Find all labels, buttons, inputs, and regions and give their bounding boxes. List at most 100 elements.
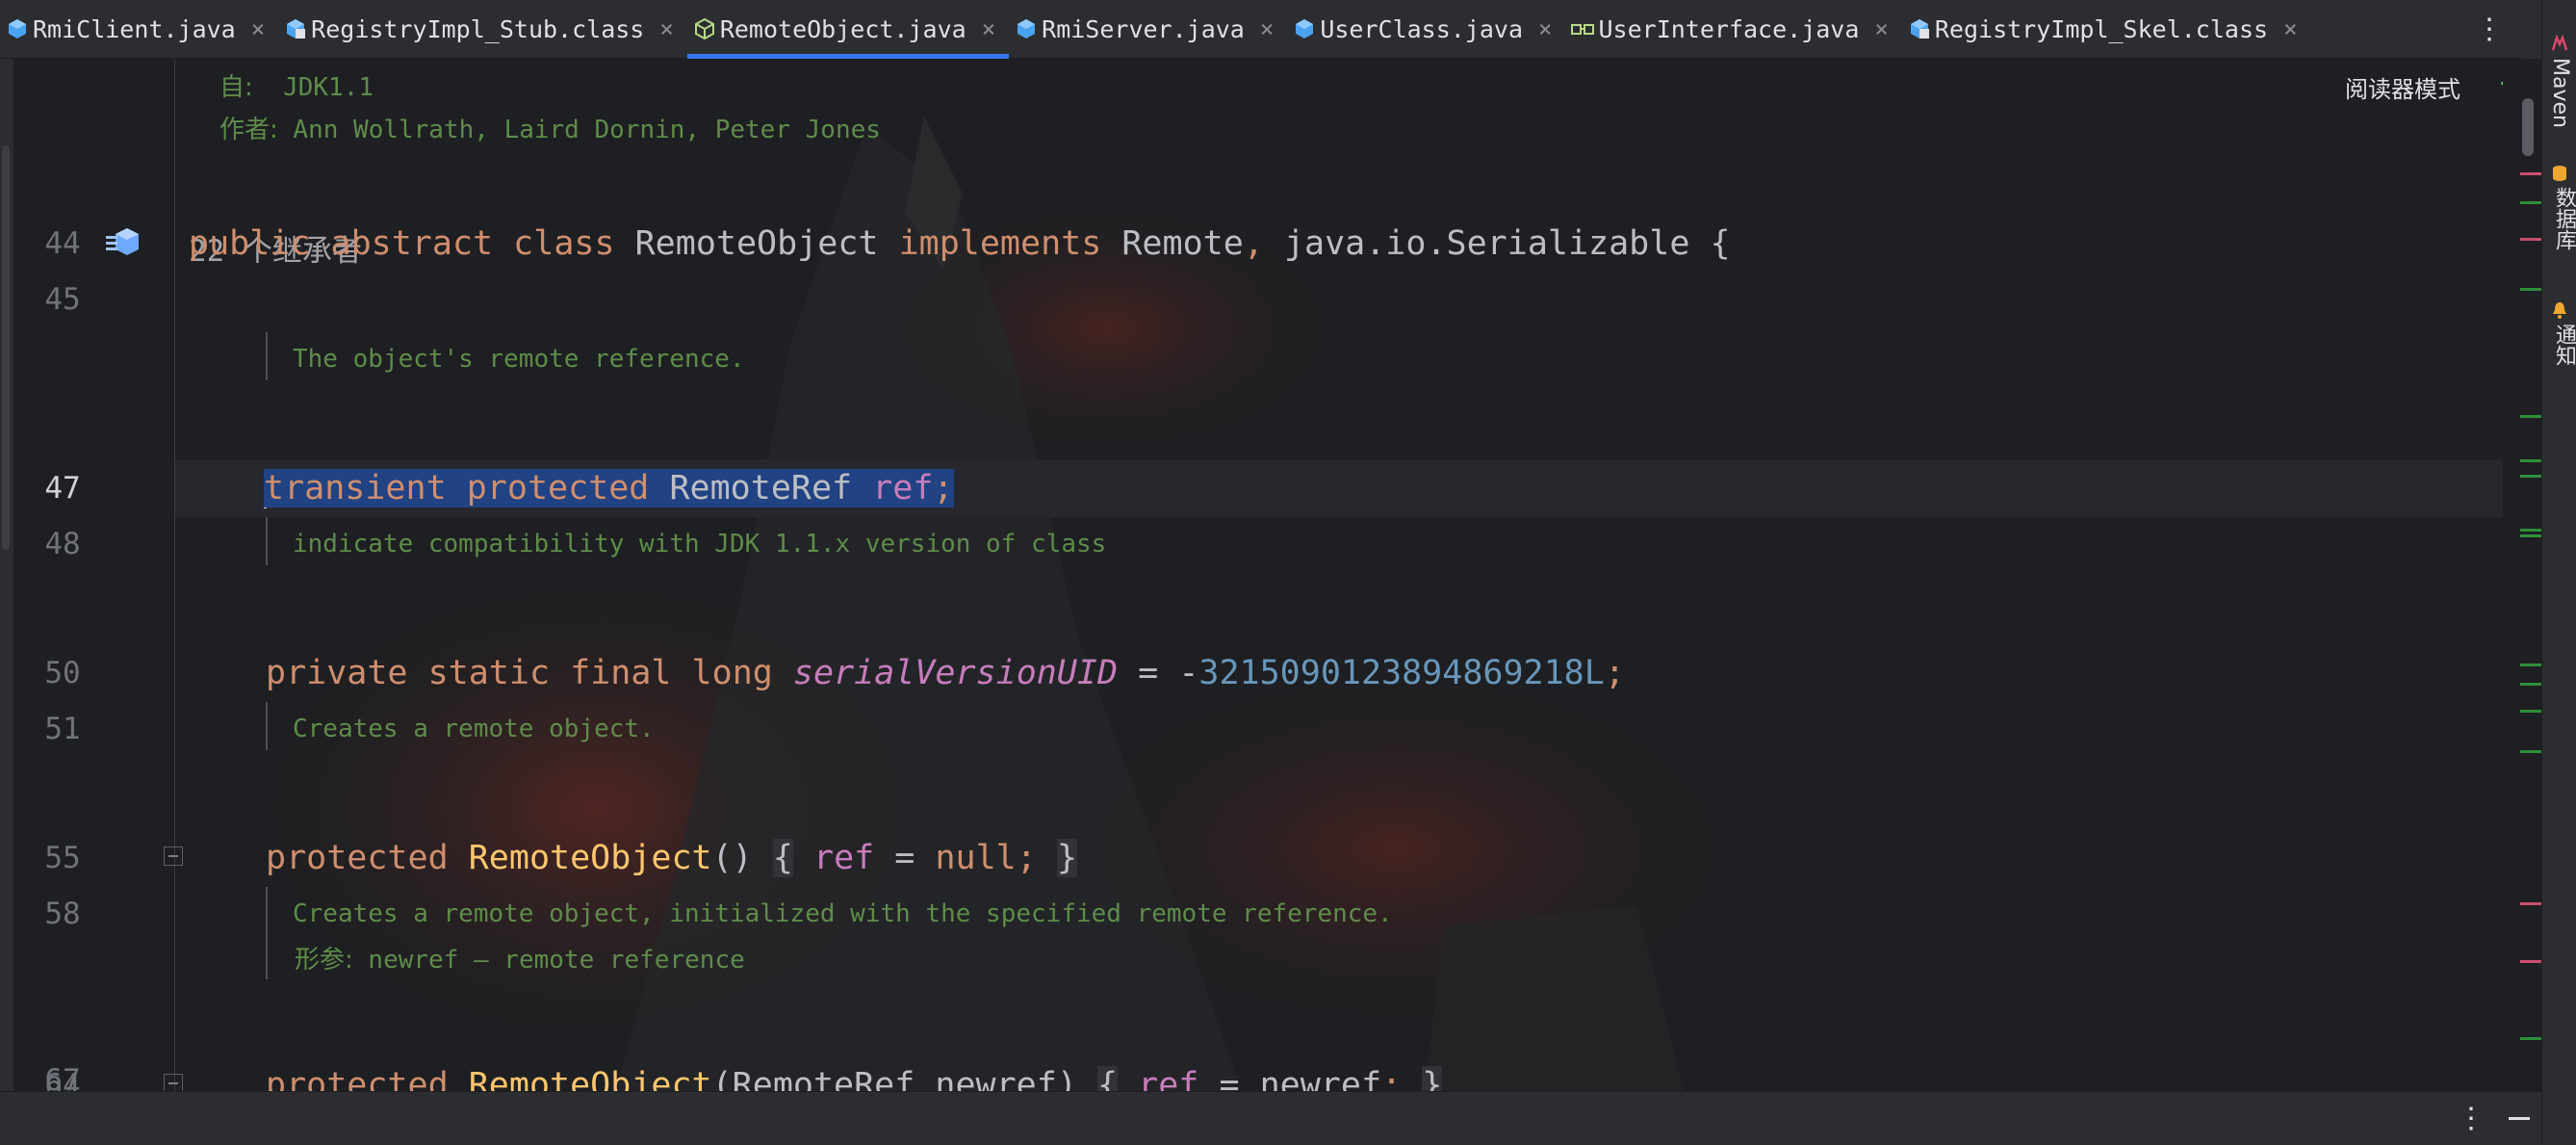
close-icon[interactable]: × [2283, 15, 2297, 42]
fold-toggle-icon[interactable] [164, 846, 183, 866]
comma: , [1243, 224, 1264, 263]
notifications-tool-button[interactable]: 通知 [2548, 324, 2576, 366]
error-marker[interactable] [2520, 172, 2541, 175]
folded-open-brace[interactable]: { [772, 839, 793, 877]
constructor-name: RemoteObject [468, 1066, 712, 1091]
interface-icon [1571, 24, 1595, 35]
change-marker[interactable] [2520, 750, 2541, 753]
parens: () [711, 839, 753, 877]
tab-label: RegistryImpl_Skel.class [1934, 14, 2269, 43]
argument-newref: newref [1259, 1066, 1382, 1091]
change-marker[interactable] [2520, 1037, 2541, 1040]
doc-bar [266, 887, 268, 979]
tab-userinterface[interactable]: UserInterface.java × [1565, 0, 1901, 58]
line-number: 48 [44, 527, 81, 561]
kw-public: public [189, 224, 311, 263]
semicolon: ; [933, 469, 954, 507]
notifications-bell-icon[interactable] [2550, 300, 2569, 320]
folded-close-brace[interactable]: } [1056, 839, 1077, 877]
maven-icon[interactable] [2550, 35, 2569, 54]
kw-final: final [570, 654, 672, 692]
compiled-class-icon [287, 19, 306, 39]
doc-comment-ctor2: Creates a remote object, initialized wit… [293, 899, 1393, 928]
java-class-icon [9, 19, 26, 39]
tab-remoteobject[interactable]: RemoteObject.java × [686, 0, 1010, 59]
tab-userclass[interactable]: UserClass.java × [1287, 0, 1565, 58]
change-marker[interactable] [2520, 288, 2541, 291]
close-icon[interactable]: × [1874, 15, 1888, 42]
folded-close-brace[interactable]: } [1422, 1066, 1443, 1091]
line-number: 44 [44, 226, 81, 261]
tab-options-menu-icon[interactable]: ⋮ [2470, 0, 2509, 58]
error-marker[interactable] [2520, 238, 2541, 241]
equals: = [1219, 1066, 1240, 1091]
semicolon: ; [1381, 1066, 1403, 1091]
line-number: 51 [44, 712, 81, 746]
error-stripe[interactable] [2503, 59, 2541, 1091]
close-icon[interactable]: × [659, 15, 673, 42]
abstract-class-icon [694, 17, 714, 40]
change-marker[interactable] [2520, 475, 2541, 478]
horizontal-scroll-thumb[interactable] [2, 145, 10, 550]
change-marker[interactable] [2520, 415, 2541, 418]
java-class-icon [1296, 19, 1314, 39]
gutter-separator [174, 59, 175, 1091]
error-marker[interactable] [2520, 960, 2541, 963]
line-number: 67 [44, 1063, 81, 1091]
doc-comment-compat: indicate compatibility with JDK 1.1.x ve… [293, 530, 1107, 559]
field-uid-declaration: private static final long serialVersionU… [266, 652, 1625, 694]
kw-implements: implements [898, 224, 1102, 263]
close-icon[interactable]: × [251, 15, 265, 42]
status-more-icon[interactable]: ⋮ [2457, 1102, 2486, 1135]
close-icon[interactable]: × [1538, 15, 1552, 42]
reader-mode-button[interactable]: 阅读器模式 [2345, 70, 2460, 104]
editor-background-image [231, 117, 1762, 1091]
tab-rmiclient[interactable]: RmiClient.java × [0, 0, 278, 58]
tab-label: UserClass.java [1320, 14, 1524, 43]
database-tool-button[interactable]: 数据库 [2548, 187, 2576, 250]
kw-static: static [427, 654, 551, 692]
fold-toggle-icon[interactable] [164, 1074, 183, 1091]
error-marker[interactable] [2520, 902, 2541, 905]
kw-protected: protected [466, 469, 650, 507]
doc-author-value: Ann Wollrath, Laird Dornin, Peter Jones [293, 116, 881, 144]
class-name: RemoteObject [634, 224, 879, 263]
tab-registryimpl-skel[interactable]: RegistryImpl_Skel.class × [1902, 0, 2311, 58]
kw-long: long [691, 654, 773, 692]
change-marker[interactable] [2520, 710, 2541, 713]
tab-registryimpl-stub[interactable]: RegistryImpl_Stub.class × [278, 0, 687, 58]
maven-tool-button[interactable]: Maven [2548, 58, 2572, 128]
implementation-gutter-icon[interactable] [104, 222, 146, 261]
field-serialversionuid: serialVersionUID [792, 654, 1119, 692]
change-marker[interactable] [2520, 683, 2541, 686]
equals: = [894, 839, 915, 877]
type-remoteref: RemoteRef [669, 469, 853, 507]
change-marker[interactable] [2520, 459, 2541, 462]
change-marker[interactable] [2520, 201, 2541, 204]
change-marker[interactable] [2520, 664, 2541, 666]
minus: - [1178, 654, 1199, 692]
editor-tab-bar: RmiClient.java × RegistryImpl_Stub.class… [0, 0, 2522, 59]
line-number: 50 [44, 656, 81, 690]
semicolon: ; [1016, 839, 1037, 877]
status-bar: ⋮ [0, 1091, 2541, 1145]
vertical-scrollbar-thumb[interactable] [2522, 98, 2534, 156]
kw-null: null [935, 839, 1017, 877]
close-icon[interactable]: × [1260, 15, 1274, 42]
folded-open-brace[interactable]: { [1096, 1066, 1119, 1091]
code-editor[interactable]: 自: JDK1.1 作者: Ann Wollrath, Laird Dornin… [0, 59, 2503, 1091]
tab-label: RmiServer.java [1042, 14, 1245, 43]
type-serializable: java.io.Serializable [1283, 224, 1690, 263]
tab-label: UserInterface.java [1598, 14, 1860, 43]
database-icon[interactable] [2550, 164, 2569, 183]
close-icon[interactable]: × [982, 15, 995, 42]
change-marker[interactable] [2520, 534, 2541, 537]
param-label: 形参: [295, 946, 353, 975]
constructor-2: protected RemoteObject(RemoteRef newref)… [266, 1064, 1443, 1091]
minimize-icon[interactable] [2509, 1117, 2530, 1120]
constructor-name: RemoteObject [468, 839, 712, 877]
right-tool-window-bar: Maven 数据库 通知 [2541, 0, 2576, 1144]
type-remote: Remote [1121, 224, 1244, 263]
change-marker[interactable] [2520, 529, 2541, 532]
tab-rmiserver[interactable]: RmiServer.java × [1009, 0, 1287, 58]
